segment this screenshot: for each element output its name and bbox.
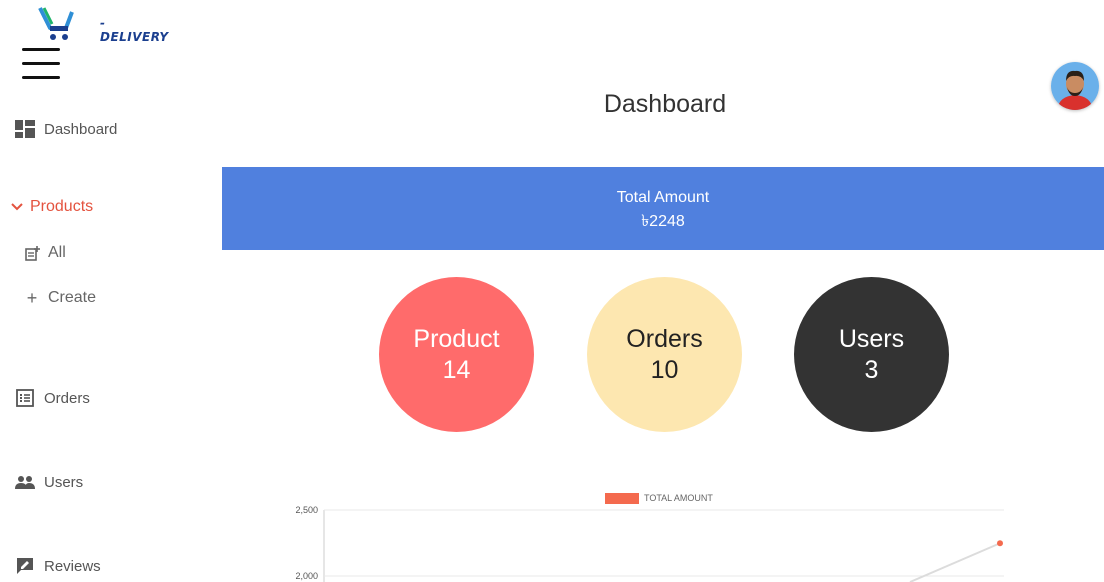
- cart-logo-icon: [38, 7, 74, 40]
- product-count-circle[interactable]: Product 14: [379, 277, 534, 432]
- sidebar-item-label: Users: [44, 473, 84, 491]
- total-amount-banner: Total Amount ৳2248: [222, 167, 1104, 250]
- orders-count-circle[interactable]: Orders 10: [587, 277, 742, 432]
- sidebar-item-users[interactable]: Users: [15, 472, 83, 492]
- sidebar-item-create-product[interactable]: + Create: [24, 288, 96, 308]
- total-amount-line-chart: TOTAL AMOUNT 2,500 2,000: [295, 493, 1004, 582]
- dashboard-icon: [15, 119, 35, 139]
- page-title: Dashboard: [603, 90, 727, 118]
- sidebar-item-label: Orders: [44, 389, 90, 407]
- legend-swatch: [605, 493, 639, 504]
- sidebar-item-label: Products: [30, 198, 94, 215]
- hamburger-line: [22, 62, 60, 65]
- brand-logo[interactable]: -DELIVERY: [38, 6, 169, 44]
- legend-label: TOTAL AMOUNT: [644, 493, 713, 503]
- data-point[interactable]: [997, 540, 1003, 547]
- sidebar-item-all-products[interactable]: All: [24, 243, 66, 263]
- hamburger-icon: [22, 48, 60, 51]
- stat-value: 14: [442, 355, 471, 384]
- stat-value: 3: [864, 355, 879, 384]
- y-tick-label: 2,000: [295, 571, 318, 581]
- users-count-circle[interactable]: Users 3: [794, 277, 949, 432]
- avatar-icon: [1051, 62, 1099, 110]
- stat-value: 10: [650, 355, 679, 384]
- sidebar-item-dashboard[interactable]: Dashboard: [15, 119, 117, 139]
- sidebar-item-products[interactable]: Products: [10, 197, 93, 217]
- stat-label: Users: [838, 324, 905, 353]
- sidebar-item-orders[interactable]: Orders: [15, 388, 90, 408]
- sidebar-item-reviews[interactable]: Reviews: [15, 556, 101, 576]
- sidebar-item-label: All: [48, 244, 66, 261]
- post-add-icon: [24, 243, 40, 263]
- rate-review-icon: [15, 556, 35, 576]
- total-amount-label: Total Amount: [616, 189, 710, 206]
- people-icon: [15, 472, 35, 492]
- y-tick-label: 2,500: [295, 505, 318, 515]
- app-root: -DELIVERY Dashboard Products All + Creat…: [0, 0, 1104, 582]
- plus-icon: +: [26, 287, 38, 308]
- list-alt-icon: [15, 388, 35, 408]
- total-amount-value: ৳2248: [641, 213, 685, 230]
- sidebar-item-label: Dashboard: [44, 120, 118, 138]
- hamburger-line: [22, 76, 60, 79]
- logo-text: -DELIVERY: [100, 16, 169, 44]
- menu-toggle-button[interactable]: [22, 48, 60, 82]
- sidebar-item-label: Reviews: [44, 557, 101, 575]
- stat-label: Product: [413, 324, 500, 353]
- user-avatar[interactable]: [1051, 62, 1099, 110]
- chevron-down-icon: [10, 197, 24, 217]
- stat-label: Orders: [626, 324, 703, 353]
- sidebar-item-label: Create: [48, 289, 97, 306]
